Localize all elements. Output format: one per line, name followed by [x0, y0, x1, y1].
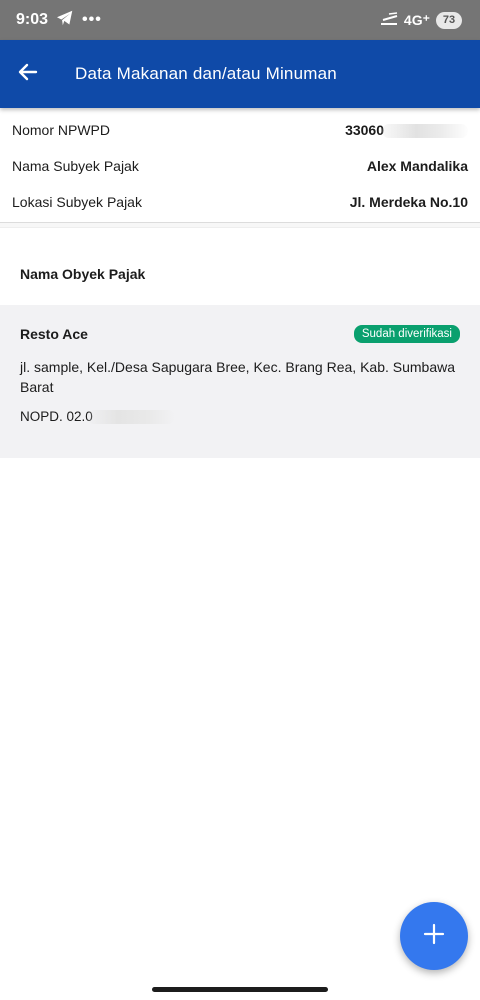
status-bar: 9:03 ••• 4G⁺ 73	[0, 0, 480, 40]
subject-name-value: Alex Mandalika	[366, 158, 468, 174]
redaction-blur	[382, 124, 468, 139]
network-type: 4G⁺	[403, 11, 430, 28]
tax-object-name: Resto Ace	[20, 326, 88, 342]
add-button[interactable]	[400, 902, 468, 970]
home-indicator[interactable]	[152, 987, 328, 992]
battery-indicator: 73	[436, 11, 462, 29]
page-title: Data Makanan dan/atau Minuman	[75, 64, 337, 83]
npwpd-label: Nomor NPWPD	[12, 122, 111, 138]
back-button[interactable]	[0, 40, 56, 108]
section-title: Nama Obyek Pajak	[20, 266, 146, 282]
subject-location-label: Lokasi Subyek Pajak	[12, 194, 142, 210]
redaction-blur	[86, 409, 175, 424]
status-time: 9:03	[16, 11, 49, 28]
info-row-subject-name: Nama Subyek Pajak Alex Mandalika	[0, 148, 480, 184]
info-row-npwpd: Nomor NPWPD 33060	[0, 112, 480, 148]
subject-name-label: Nama Subyek Pajak	[12, 158, 139, 174]
plus-icon	[423, 923, 445, 950]
info-row-subject-location: Lokasi Subyek Pajak Jl. Merdeka No.10	[0, 184, 480, 220]
tax-object-card[interactable]: Resto Ace Sudah diverifikasi jl. sample,…	[0, 305, 480, 458]
tax-object-nopd: NOPD. 02.0	[20, 409, 93, 424]
app-bar: Data Makanan dan/atau Minuman	[0, 40, 480, 108]
signal-icon	[380, 11, 398, 29]
taxpayer-info: Nomor NPWPD 33060 Nama Subyek Pajak Alex…	[0, 112, 480, 220]
tax-object-nopd-row: NOPD. 02.0	[20, 409, 460, 424]
npwpd-value: 33060	[345, 121, 384, 138]
npwpd-value-group: 33060	[345, 121, 468, 139]
section-divider	[0, 222, 480, 228]
arrow-left-icon	[18, 62, 38, 87]
overflow-notifications-icon: •••	[82, 11, 102, 28]
status-badge: Sudah diverifikasi	[353, 325, 460, 343]
subject-location-value: Jl. Merdeka No.10	[349, 194, 468, 210]
telegram-icon	[56, 10, 74, 31]
tax-object-address: jl. sample, Kel./Desa Sapugara Bree, Kec…	[20, 359, 456, 395]
